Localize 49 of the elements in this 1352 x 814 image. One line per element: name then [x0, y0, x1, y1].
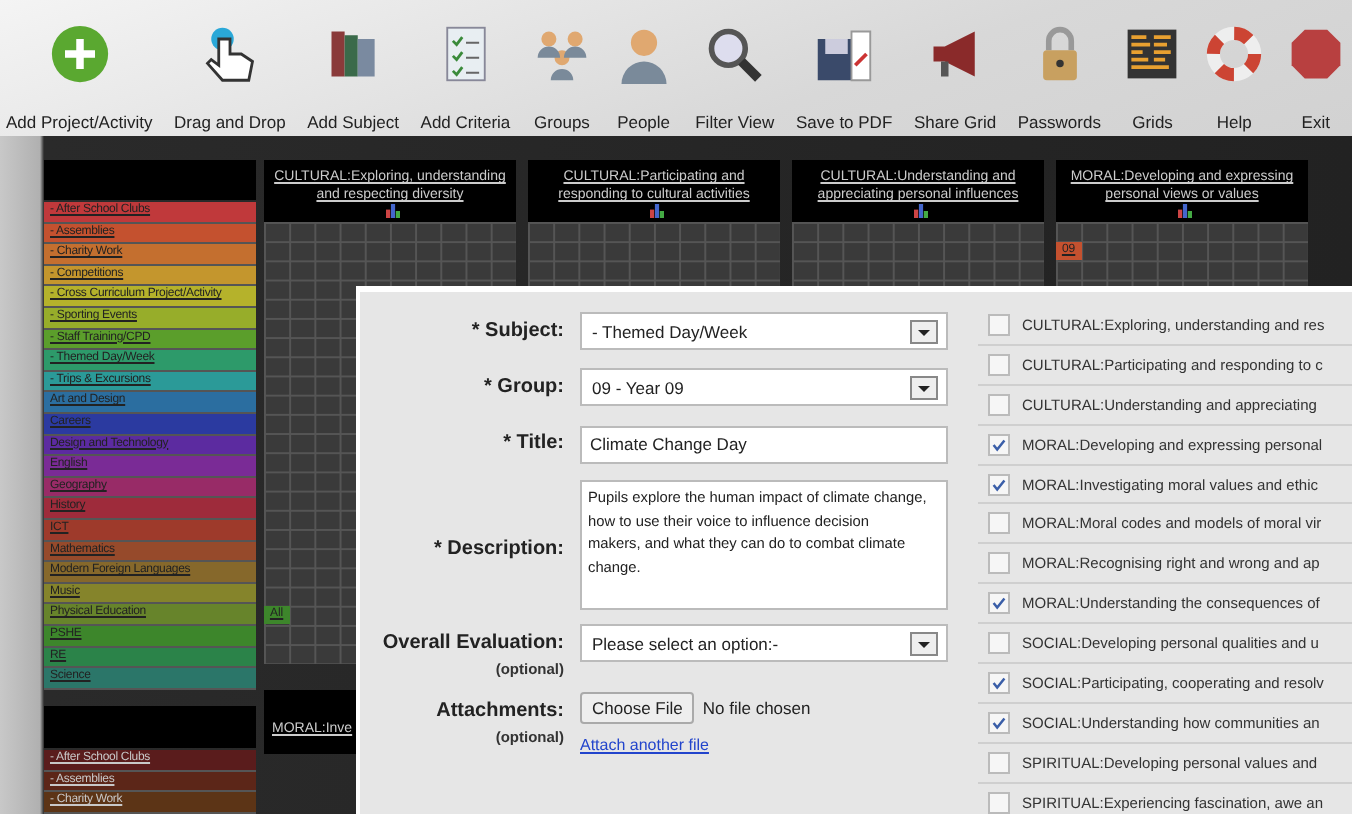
checkbox[interactable] [988, 671, 1010, 694]
toolbar-button[interactable]: Groups [529, 20, 594, 136]
toolbar-button[interactable]: Add Criteria [418, 20, 513, 136]
field-label: * Description: [433, 538, 564, 560]
caret-icon [910, 632, 938, 656]
toolbar-button[interactable]: Passwords [1015, 20, 1103, 136]
field-label: * Subject: [471, 320, 564, 342]
attach-link[interactable]: Attach another file [580, 736, 709, 754]
checkbox[interactable] [988, 512, 1010, 535]
toolbar-button[interactable]: Help [1202, 20, 1267, 136]
toolbar-button[interactable]: Share Grid [911, 20, 999, 136]
search-icon [704, 24, 765, 84]
bar-chart-icon [913, 204, 927, 218]
toolbar-button[interactable]: People [611, 20, 676, 136]
toolbar-button[interactable]: Add Project/Activity [4, 20, 155, 136]
checkbox[interactable] [988, 632, 1010, 655]
dropdown[interactable]: 09 - Year 09 [580, 368, 948, 406]
bar-chart-icon [649, 204, 663, 218]
toolbar-button[interactable]: Exit [1283, 20, 1348, 136]
checkbox[interactable] [988, 592, 1010, 615]
dropdown[interactable]: Please select an option:- [580, 624, 948, 662]
field-label: Overall Evaluation: [382, 632, 564, 654]
checkbox[interactable] [988, 791, 1010, 814]
plus-icon [49, 24, 110, 84]
choose-file-button[interactable]: Choose File [580, 692, 695, 724]
checkbox[interactable] [988, 353, 1010, 376]
toolbar-button[interactable]: Drag and Drop [172, 20, 288, 136]
toolbar-button[interactable]: Add Subject [305, 20, 401, 136]
field-label: Attachments: [436, 700, 564, 722]
toolbar-button[interactable]: Grids [1120, 20, 1185, 136]
checkbox[interactable] [988, 552, 1010, 575]
checkbox[interactable] [988, 433, 1010, 456]
checkbox[interactable] [988, 751, 1010, 774]
checkbox[interactable] [988, 711, 1010, 734]
caret-icon [910, 320, 938, 344]
checkbox[interactable] [988, 393, 1010, 416]
dropdown[interactable]: - Themed Day/Week [580, 312, 948, 350]
bar-chart-icon [385, 204, 399, 218]
title-field[interactable]: Climate Change Day [580, 425, 948, 463]
caret-icon [910, 376, 938, 400]
file-status: No file chosen [702, 698, 811, 718]
field-label: * Title: [503, 432, 564, 454]
checkbox[interactable] [988, 473, 1010, 495]
checkbox[interactable] [988, 313, 1010, 336]
bar-chart-icon [1177, 204, 1191, 218]
field-label: * Group: [484, 376, 564, 398]
toolbar-button[interactable]: Save to PDF [793, 20, 895, 136]
lifebuoy-icon [1204, 24, 1265, 84]
toolbar-button[interactable]: Filter View [693, 20, 777, 136]
